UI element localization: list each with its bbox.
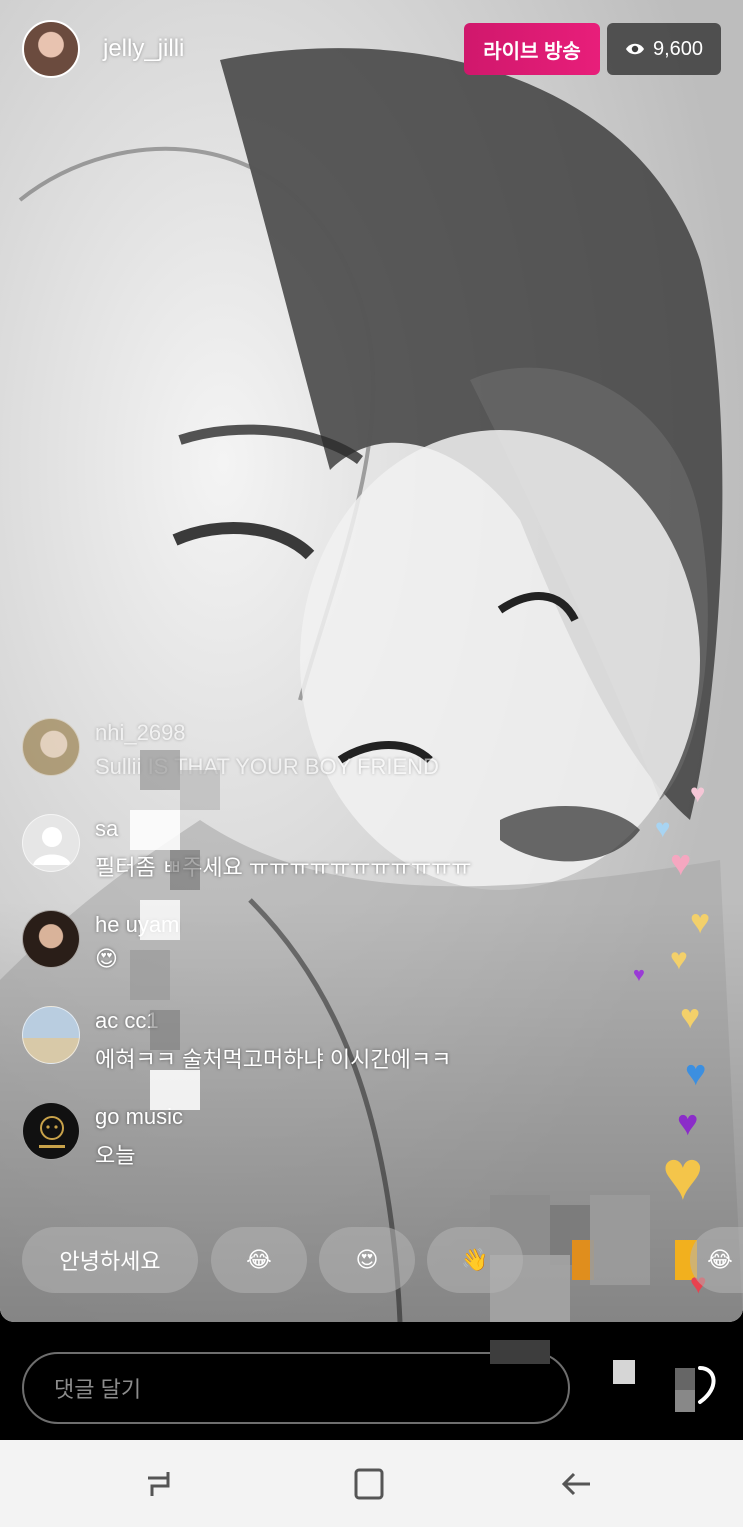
commenter-avatar[interactable] bbox=[22, 718, 80, 776]
comment-item: go music 오늘 bbox=[22, 1102, 582, 1192]
comment-input[interactable]: 댓글 달기 bbox=[22, 1352, 570, 1424]
heart-reaction-icon: ♥ bbox=[655, 813, 671, 843]
quick-reply-chip[interactable]: 😍 bbox=[319, 1227, 415, 1293]
quick-reply-chip[interactable]: 😂 bbox=[211, 1227, 307, 1293]
viewer-count-badge: 9,600 bbox=[607, 23, 721, 75]
privacy-mosaic bbox=[130, 750, 230, 1120]
streamer-username[interactable]: jelly_jilli bbox=[103, 35, 184, 63]
commenter-avatar[interactable] bbox=[22, 1006, 80, 1064]
comment-item: ac cc1 에혀ㅋㅋ 술처먹고머하냐 이시간에ㅋㅋ bbox=[22, 1006, 582, 1096]
heart-reaction-icon: ♥ bbox=[670, 943, 688, 976]
comment-item: nhi_2698 Sullii IS THAT YOUR BOY FRIEND bbox=[22, 718, 582, 808]
system-nav-bar bbox=[0, 1440, 743, 1527]
commenter-name[interactable]: sa bbox=[95, 816, 118, 842]
quick-reply-chip[interactable]: 👋 bbox=[427, 1227, 523, 1293]
comment-text: 오늘 bbox=[95, 1143, 136, 1168]
gold-pig-logo-icon bbox=[39, 1116, 65, 1148]
comment-item: he uyam 😍 bbox=[22, 910, 582, 1000]
comment-text: 😍 bbox=[95, 946, 118, 971]
heart-reaction-icon: ♥ bbox=[690, 903, 711, 941]
comment-item: sa 필터좀 ㅃ주세요 ㅠㅠㅠㅠㅠㅠㅠㅠㅠㅠㅠ bbox=[22, 814, 582, 904]
heart-reaction-icon: ♥ bbox=[680, 998, 701, 1036]
commenter-avatar[interactable] bbox=[22, 814, 80, 872]
streamer-avatar[interactable] bbox=[22, 20, 80, 78]
heart-reaction-icon: ♥ bbox=[633, 964, 645, 986]
commenter-avatar[interactable] bbox=[22, 910, 80, 968]
home-icon[interactable] bbox=[348, 1462, 392, 1506]
privacy-mosaic bbox=[490, 1340, 695, 1420]
heart-reaction-icon: ♥ bbox=[662, 1136, 704, 1214]
share-icon[interactable] bbox=[686, 1362, 726, 1408]
commenter-avatar[interactable] bbox=[22, 1102, 80, 1160]
heart-reaction-icon: ♥ bbox=[685, 1052, 707, 1093]
quick-reply-chip[interactable]: 안녕하세요 bbox=[22, 1227, 198, 1293]
default-avatar-icon bbox=[33, 827, 71, 865]
live-badge: 라이브 방송 bbox=[464, 23, 600, 75]
heart-reaction-icon: ♥ bbox=[670, 842, 692, 883]
commenter-name[interactable]: nhi_2698 bbox=[95, 720, 186, 746]
eye-icon bbox=[625, 42, 645, 56]
viewer-count: 9,600 bbox=[652, 37, 704, 60]
back-icon[interactable] bbox=[556, 1462, 600, 1506]
live-video-stage[interactable]: jelly_jilli 라이브 방송 9,600 nhi_2698 Sullii… bbox=[0, 0, 743, 1322]
heart-reaction-icon: ♥ bbox=[690, 778, 706, 808]
recent-apps-icon[interactable] bbox=[138, 1462, 182, 1506]
